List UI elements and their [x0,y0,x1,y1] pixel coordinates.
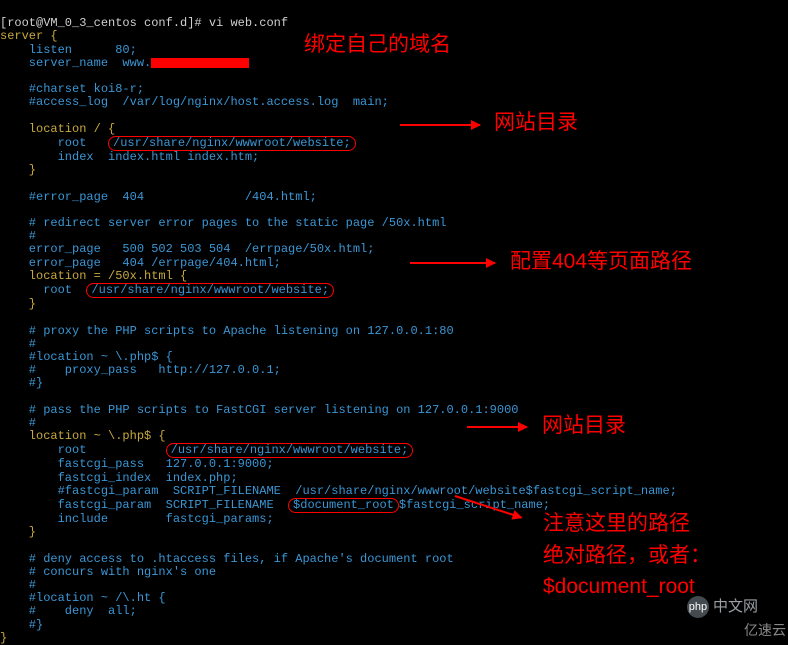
config-line: location = /50x.html { [0,269,187,283]
config-line: # [0,337,36,351]
annotation-path-note: 注意这里的路径 绝对路径，或者： $document_root [543,508,711,603]
highlighted-path: /usr/share/nginx/wwwroot/website; [166,443,414,458]
config-line: root /usr/share/nginx/wwwroot/website; [0,443,413,457]
config-line: #charset koi8-r; [0,82,144,96]
config-line: # pass the PHP scripts to FastCGI server… [0,403,518,417]
php-logo-icon: php [687,596,709,618]
annotation-bind-domain: 绑定自己的域名 [304,33,451,56]
config-line: # [0,578,36,592]
config-line: #error_page 404 /404.html; [0,190,317,204]
config-line: include fastcgi_params; [0,512,274,526]
obscured-domain [151,58,249,68]
config-line: } [0,525,36,539]
highlighted-var: $document_root [288,498,399,513]
prompt: [root@VM_0_3_centos conf.d]# vi web.conf [0,16,288,30]
annotation-site-dir-2: 网站目录 [542,414,626,437]
config-line: fastcgi_pass 127.0.0.1:9000; [0,457,274,471]
config-line: # [0,229,36,243]
config-line: #} [0,376,43,390]
arrow-icon [467,426,527,428]
config-line: server_name www. [0,56,256,70]
config-line: listen 80; [0,43,137,57]
highlighted-path: /usr/share/nginx/wwwroot/website; [86,283,334,298]
highlighted-path: /usr/share/nginx/wwwroot/website; [108,136,356,151]
annotation-404-path: 配置404等页面路径 [510,250,692,273]
config-line: location ~ \.php$ { [0,429,166,443]
config-line: root /usr/share/nginx/wwwroot/website; [0,136,356,150]
arrow-icon [400,124,480,126]
annotation-site-dir: 网站目录 [494,111,578,134]
config-line: # concurs with nginx's one [0,565,216,579]
config-line: error_page 500 502 503 504 /errpage/50x.… [0,242,374,256]
config-line: root /usr/share/nginx/wwwroot/website; [0,283,334,297]
config-line: } [0,297,36,311]
config-line: #} [0,618,43,632]
config-line: fastcgi_index index.php; [0,471,238,485]
watermark-phpcn: php中文网 [687,596,758,618]
arrow-icon [410,262,495,264]
config-line: index index.html index.htm; [0,150,259,164]
config-line: server { [0,29,58,43]
config-line: # [0,416,36,430]
config-line: # redirect server error pages to the sta… [0,216,446,230]
config-line: #location ~ /\.ht { [0,591,166,605]
config-line: error_page 404 /errpage/404.html; [0,256,281,270]
watermark-yisu: 亿速云 [744,623,786,638]
config-line: #fastcgi_param SCRIPT_FILENAME /usr/shar… [0,484,677,498]
config-line: # deny access to .htaccess files, if Apa… [0,552,454,566]
config-line: # proxy_pass http://127.0.0.1; [0,363,281,377]
config-line: #location ~ \.php$ { [0,350,173,364]
config-line: } [0,631,7,645]
config-line: # deny all; [0,604,137,618]
config-line: } [0,163,36,177]
config-line: # proxy the PHP scripts to Apache listen… [0,324,454,338]
config-line: location / { [0,122,115,136]
config-line: #access_log /var/log/nginx/host.access.l… [0,95,389,109]
